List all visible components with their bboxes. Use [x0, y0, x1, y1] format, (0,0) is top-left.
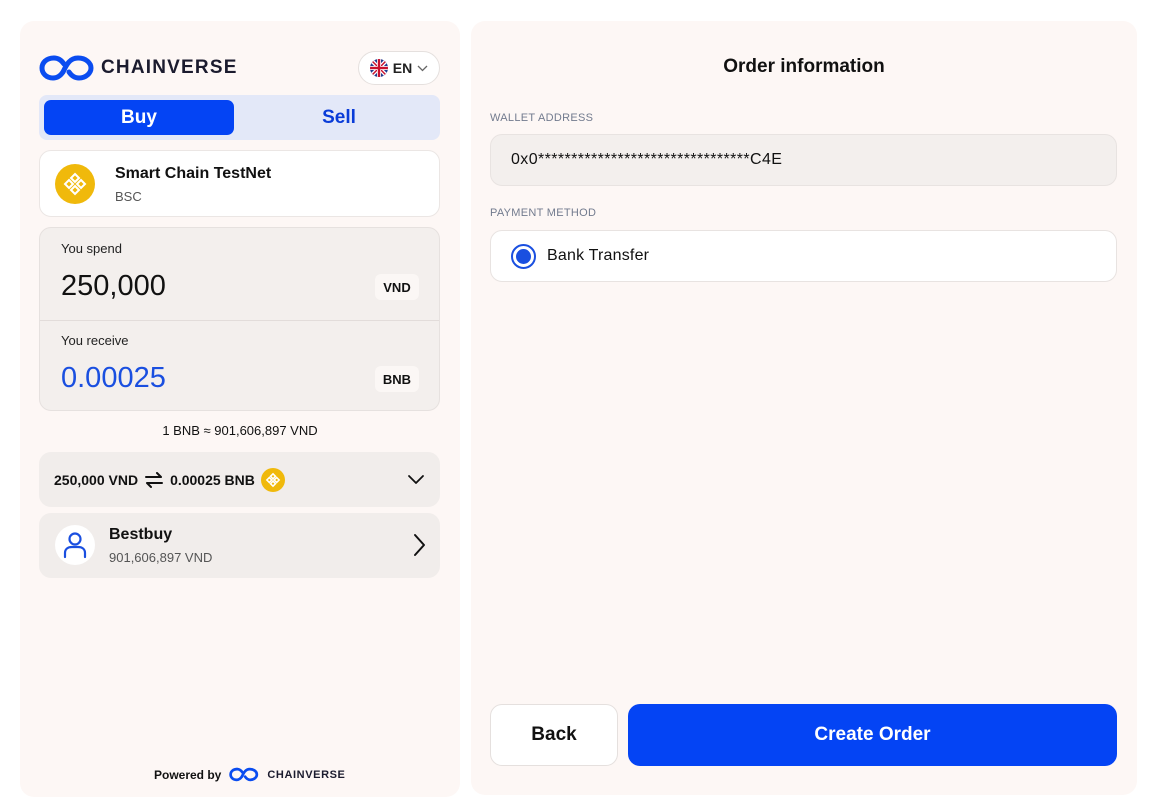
network-selector[interactable]: Smart Chain TestNet BSC [39, 150, 440, 217]
provider-name: Bestbuy [109, 526, 173, 543]
spend-currency-badge[interactable]: VND [375, 274, 419, 300]
amount-box: You spend 250,000 VND You receive 0.0002… [39, 227, 440, 411]
chainverse-logo-icon [229, 767, 259, 782]
chevron-right-icon[interactable] [412, 533, 426, 557]
page-title: Order information [723, 56, 885, 77]
order-information-panel: Order information WALLET ADDRESS 0x0****… [471, 21, 1137, 795]
quote-summary[interactable]: 250,000 VND 0.00025 BNB [39, 452, 440, 507]
buy-sell-tabs: Buy Sell [39, 95, 440, 140]
receive-label: You receive [61, 333, 129, 348]
payment-option-bank-transfer[interactable]: Bank Transfer [490, 230, 1117, 282]
radio-selected[interactable] [511, 244, 536, 269]
chainverse-logo: CHAINVERSE [39, 54, 238, 82]
payment-method-label: PAYMENT METHOD [490, 207, 597, 219]
brand-name: CHAINVERSE [101, 57, 238, 78]
language-selector[interactable]: EN [358, 51, 440, 85]
powered-by-footer: Powered by CHAINVERSE [154, 767, 345, 782]
spend-amount-input[interactable]: 250,000 [61, 270, 166, 303]
wallet-address-label: WALLET ADDRESS [490, 112, 594, 124]
chevron-down-icon [417, 65, 428, 71]
footer-brand: CHAINVERSE [267, 768, 346, 781]
receive-currency-badge[interactable]: BNB [375, 366, 419, 392]
chainverse-logo-icon [39, 55, 94, 81]
provider-avatar [55, 525, 95, 565]
receive-amount: 0.00025 [61, 362, 166, 394]
provider-selector[interactable]: Bestbuy 901,606,897 VND [39, 513, 440, 578]
powered-by-label: Powered by [154, 767, 222, 782]
chevron-down-icon[interactable] [406, 469, 426, 489]
summary-to: 0.00025 BNB [170, 471, 255, 488]
exchange-rate: 1 BNB ≈ 901,606,897 VND [162, 423, 318, 438]
tab-buy[interactable]: Buy [44, 100, 234, 135]
summary-from: 250,000 VND [54, 471, 139, 488]
spend-label: You spend [61, 241, 122, 256]
wallet-address-value: 0x0********************************C4E [511, 151, 783, 168]
tab-sell[interactable]: Sell [244, 100, 434, 135]
payment-option-label: Bank Transfer [547, 247, 650, 264]
network-symbol: BSC [115, 189, 142, 204]
user-icon [63, 532, 87, 559]
bnb-icon [260, 467, 285, 492]
swap-arrows-icon [145, 471, 164, 488]
create-order-button[interactable]: Create Order [628, 704, 1117, 766]
network-name: Smart Chain TestNet [115, 165, 272, 182]
provider-price: 901,606,897 VND [109, 550, 213, 565]
wallet-address-field[interactable]: 0x0********************************C4E [490, 134, 1117, 186]
back-button[interactable]: Back [490, 704, 618, 766]
bnb-icon [55, 164, 95, 204]
amount-divider [40, 320, 439, 321]
exchange-widget-panel: CHAINVERSE EN Buy Sell Smart Chain TestN… [20, 21, 460, 797]
uk-flag-icon [369, 59, 388, 77]
language-code: EN [392, 60, 413, 76]
